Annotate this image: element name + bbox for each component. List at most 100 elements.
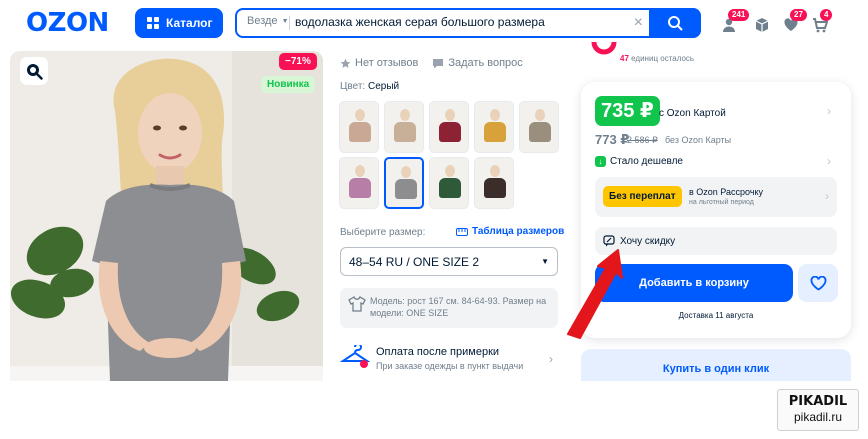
heart-icon (810, 275, 826, 291)
no-reviews-label: Нет отзывов (355, 57, 419, 69)
thumbnail-shirt-swatch (529, 122, 551, 142)
color-thumbnail[interactable] (384, 101, 424, 153)
chevron-down-icon: ▼ (541, 257, 549, 266)
stock-info: 47 единиц осталось (581, 40, 851, 68)
ask-question-label: Задать вопрос (448, 57, 523, 69)
payment-subtitle: При заказе одежды в пункт выдачи (376, 361, 524, 371)
price-dropped[interactable]: ↓ Стало дешевле (595, 156, 683, 167)
model-info-box: Модель: рост 167 см. 84-64-93. Размер на… (340, 288, 558, 328)
want-discount-button[interactable]: Хочу скидку (595, 227, 837, 255)
thumbnail-model-head (490, 109, 500, 121)
ozon-logo[interactable]: OZON (26, 8, 109, 38)
want-discount-label: Хочу скидку (620, 235, 676, 247)
search-divider (289, 16, 290, 30)
reviews-link[interactable]: Нет отзывов (340, 57, 418, 69)
regular-price: 773 ₽ (595, 132, 630, 147)
star-icon (340, 58, 351, 68)
installment-banner[interactable]: Без переплат в Ozon Рассрочку на льготны… (595, 177, 837, 217)
color-label: Цвет: (340, 81, 366, 92)
size-table-label: Таблица размеров (472, 226, 565, 237)
installment-subtitle: на льготный период (689, 199, 754, 206)
thumbnail-model-head (401, 166, 411, 178)
thumbnail-model-head (400, 109, 410, 121)
annotation-arrow-icon (567, 249, 623, 339)
thumbnail-shirt-swatch (484, 178, 506, 198)
color-thumbnail[interactable] (339, 157, 379, 209)
model-photo-illustration (10, 51, 323, 381)
color-thumbnail[interactable] (474, 157, 514, 209)
ruler-icon (456, 227, 468, 236)
thumbnail-model-head (490, 165, 500, 177)
card-price-caption: с Ozon Картой (659, 108, 726, 119)
ask-question-link[interactable]: Задать вопрос (432, 57, 523, 69)
search-button[interactable] (649, 8, 701, 38)
payment-title: Оплата после примерки (376, 346, 500, 358)
color-thumbnail[interactable] (339, 101, 379, 153)
tshirt-icon (348, 296, 366, 312)
price-dropped-label: Стало дешевле (610, 156, 683, 167)
thumbnail-shirt-swatch (439, 178, 461, 198)
watermark-title: PIKADIL (788, 394, 848, 409)
installment-badge: Без переплат (603, 186, 682, 207)
grid-icon (147, 17, 159, 29)
clear-icon[interactable]: × (634, 13, 643, 33)
size-table-link[interactable]: Таблица размеров (456, 226, 564, 237)
product-main-photo[interactable] (10, 51, 323, 381)
installment-title: в Ozon Рассрочку (689, 187, 764, 197)
orders-button[interactable] (752, 14, 774, 36)
thumbnail-shirt-swatch (395, 179, 417, 199)
search-icon (668, 16, 683, 31)
product-meta: Нет отзывов Задать вопрос (340, 57, 523, 69)
size-select[interactable]: 48–54 RU / ONE SIZE 2 ▼ (340, 247, 558, 276)
regular-price-caption: без Ozon Карты (665, 135, 732, 145)
watermark-url: pikadil.ru (793, 410, 843, 424)
thumbnail-model-head (445, 165, 455, 177)
color-thumbnail[interactable] (474, 101, 514, 153)
size-select-value: 48–54 RU / ONE SIZE 2 (349, 255, 480, 269)
profile-badge: 241 (728, 9, 750, 21)
chevron-down-icon: ▼ (281, 17, 289, 25)
card-price: 735 ₽ (595, 96, 660, 126)
discount-badge: −71% (279, 53, 317, 70)
thumbnail-shirt-swatch (349, 122, 371, 142)
color-thumbnail[interactable] (429, 157, 469, 209)
color-value: Серый (367, 81, 400, 92)
color-thumbnail[interactable] (519, 101, 559, 153)
search-scope-select[interactable]: Везде ▼ (247, 15, 289, 27)
hanger-icon (340, 345, 370, 368)
chat-icon (433, 58, 444, 68)
color-thumbnail[interactable] (384, 157, 424, 209)
box-icon (755, 18, 769, 32)
magnifier-icon (27, 64, 43, 80)
thumbnail-model-head (445, 109, 455, 121)
old-price: 2 586 ₽ (627, 135, 658, 145)
color-thumbnail[interactable] (429, 101, 469, 153)
units-left-text: единиц осталось (631, 54, 695, 63)
footer-band (0, 381, 868, 439)
size-label: Выберите размер: (340, 227, 426, 238)
stock-ring-icon (591, 41, 617, 55)
search-bar[interactable]: Везде ▼ водолазка женская серая большого… (235, 8, 701, 38)
catalog-button[interactable]: Каталог (135, 8, 223, 38)
zoom-button[interactable] (20, 57, 48, 85)
favorites-badge: 27 (790, 9, 807, 21)
thumbnail-model-head (355, 165, 365, 177)
chevron-right-icon[interactable]: › (827, 104, 831, 118)
thumbnail-model-head (355, 109, 365, 121)
thumbnail-shirt-swatch (349, 178, 371, 198)
chevron-right-icon: › (825, 189, 829, 203)
arrow-down-icon: ↓ (595, 156, 606, 167)
thumbnail-model-head (535, 109, 545, 121)
new-badge: Новинка (261, 76, 316, 93)
color-row: Цвет: Серый (340, 81, 399, 92)
chevron-right-icon: › (549, 352, 553, 366)
chevron-right-icon[interactable]: › (827, 154, 831, 168)
favorite-button[interactable] (798, 264, 838, 302)
watermark: PIKADIL pikadil.ru (777, 389, 859, 431)
search-scope-label: Везде (247, 15, 278, 27)
units-left-count: 47 (620, 54, 629, 63)
units-left: 47 единиц осталось (620, 54, 694, 63)
search-input[interactable]: водолазка женская серая большого размера (295, 15, 545, 29)
thumbnail-shirt-swatch (439, 122, 461, 142)
thumbnail-shirt-swatch (484, 122, 506, 142)
